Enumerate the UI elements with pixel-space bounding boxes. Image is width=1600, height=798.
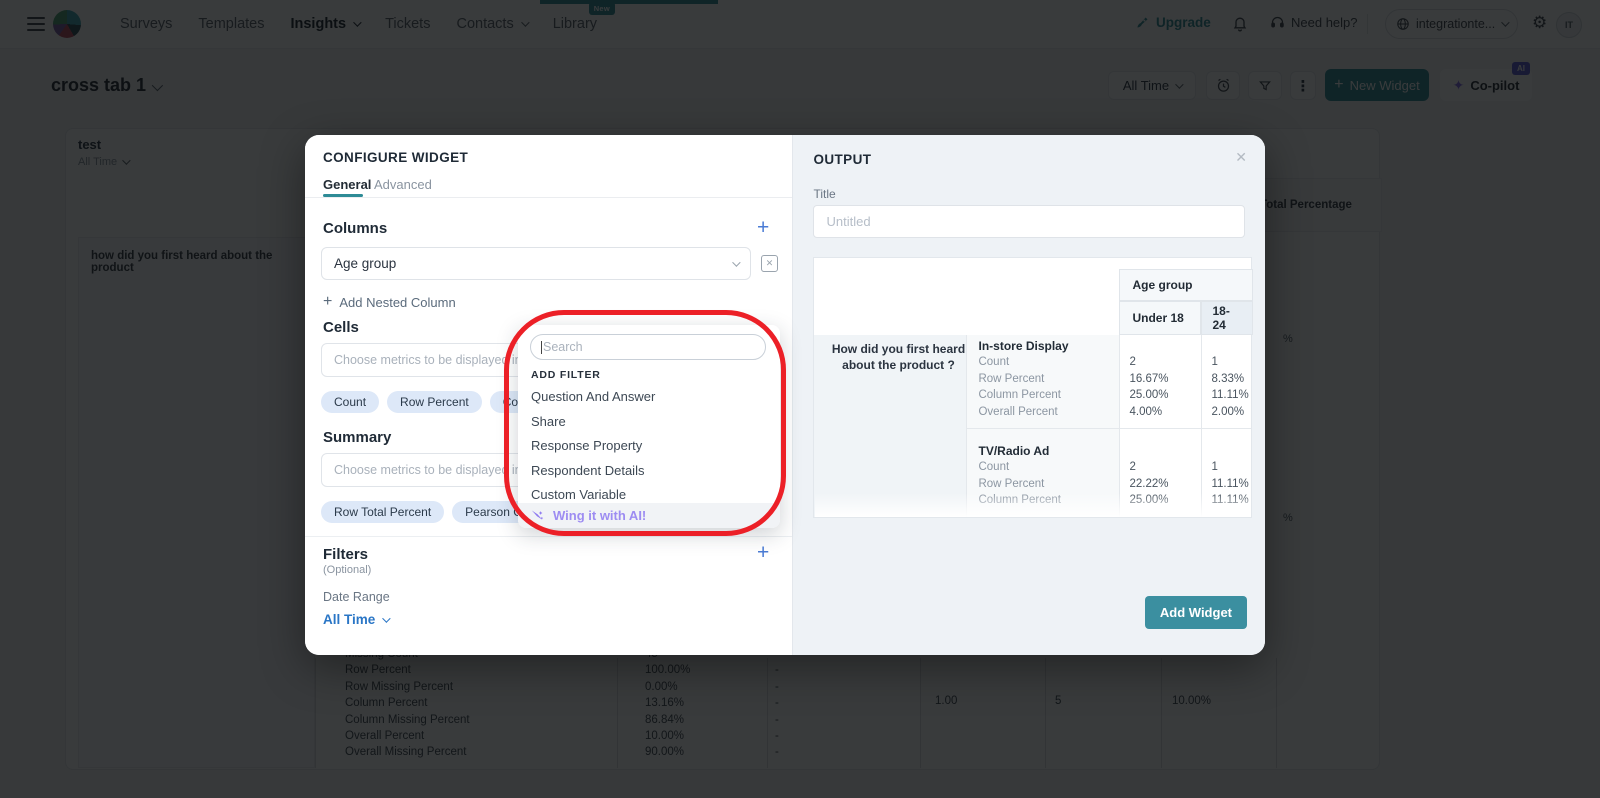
metric-value: 2 <box>1129 356 1135 368</box>
column-select[interactable]: Age group <box>321 247 751 280</box>
metric-value: 2 <box>1129 461 1135 473</box>
quill-sparkle-icon <box>530 508 545 523</box>
modal-title: CONFIGURE WIDGET <box>323 150 468 165</box>
add-filter-section-label: ADD FILTER <box>531 369 601 381</box>
summary-chip[interactable]: Row Total Percent <box>321 501 444 523</box>
filter-option[interactable]: Custom Variable <box>531 487 626 502</box>
add-nested-column-link[interactable]: + Add Nested Column <box>323 293 456 311</box>
date-range-label: Date Range <box>323 590 390 604</box>
widget-title-input[interactable]: Untitled <box>813 205 1245 238</box>
column-border <box>1201 335 1202 517</box>
add-filter-button[interactable]: + <box>757 544 769 562</box>
column-border <box>1119 335 1120 517</box>
add-widget-button[interactable]: Add Widget <box>1145 596 1247 629</box>
crosstab-body: How did you first heard about the produc… <box>814 335 1251 517</box>
metric-value: 1 <box>1211 356 1217 368</box>
row-group-header: How did you first heard about the produc… <box>814 341 982 373</box>
cells-chip[interactable]: Count <box>321 391 379 413</box>
configure-widget-modal: CONFIGURE WIDGET General Advanced + Add … <box>305 135 1265 655</box>
cells-chip[interactable]: Row Percent <box>387 391 482 413</box>
metric-label: Count <box>978 356 1009 368</box>
metric-label: Row Percent <box>978 478 1044 490</box>
filter-option[interactable]: Respondent Details <box>531 463 644 478</box>
metric-value: 11.11% <box>1211 389 1248 401</box>
tab-advanced[interactable]: Advanced <box>374 177 432 192</box>
remove-column-icon[interactable]: ✕ <box>761 255 778 272</box>
metric-label: Count <box>978 461 1009 473</box>
metric-group-title: TV/Radio Ad <box>978 444 1049 458</box>
text-caret <box>541 341 542 354</box>
column-header-18-24: 18-24 <box>1201 301 1253 335</box>
metric-value: 1 <box>1211 461 1217 473</box>
metric-value: 25.00% <box>1129 389 1168 401</box>
metric-value: 11.11% <box>1211 478 1248 490</box>
app-window: SurveysTemplatesInsightsTicketsContactsL… <box>0 0 1600 798</box>
column-group-header: Age group <box>1119 269 1253 301</box>
metric-value: 22.22% <box>1129 478 1168 490</box>
filters-optional-label: (Optional) <box>323 564 371 576</box>
filters-section-label: Filters <box>323 546 368 563</box>
column-header-under-18: Under 18 <box>1119 301 1201 335</box>
metric-value: 4.00% <box>1129 406 1162 418</box>
date-range-value[interactable]: All Time <box>323 612 388 627</box>
section-divider <box>305 536 793 537</box>
title-field-label: Title <box>813 187 835 201</box>
output-pane: OUTPUT ✕ Title Untitled Age group Under … <box>792 135 1265 655</box>
filter-option[interactable]: Share <box>531 414 566 429</box>
columns-section-label: Columns <box>323 220 387 237</box>
search-input[interactable]: Search <box>530 334 766 360</box>
metric-value: 8.33% <box>1211 373 1244 385</box>
metric-label: Overall Percent <box>978 406 1057 418</box>
output-title: OUTPUT <box>813 152 871 167</box>
filter-option[interactable]: Question And Answer <box>531 389 655 404</box>
cells-section-label: Cells <box>323 319 359 336</box>
add-column-button[interactable]: + <box>757 219 769 237</box>
summary-section-label: Summary <box>323 429 391 446</box>
group-divider <box>966 428 1251 429</box>
scroll-fade <box>815 493 1250 517</box>
wing-it-with-ai-option[interactable]: Wing it with AI! <box>518 503 780 528</box>
filter-option[interactable]: Response Property <box>531 438 642 453</box>
metric-value: 16.67% <box>1129 373 1168 385</box>
metric-group-title: In-store Display <box>978 339 1068 353</box>
metric-value: 2.00% <box>1211 406 1244 418</box>
metric-label: Column Percent <box>978 389 1060 401</box>
close-icon[interactable]: ✕ <box>1235 149 1247 166</box>
chevron-down-icon <box>382 614 390 622</box>
metric-label: Row Percent <box>978 373 1044 385</box>
chevron-down-icon <box>732 258 740 266</box>
output-crosstab-table: Age group Under 18 18-24 How did you fir… <box>813 257 1252 518</box>
add-nested-row-link-clipped[interactable]: + Add Nested Row <box>323 198 543 206</box>
plus-icon: + <box>323 293 332 311</box>
tab-general[interactable]: General <box>323 177 371 192</box>
add-filter-dropdown: Search ADD FILTER Question And Answer Sha… <box>518 325 780 528</box>
